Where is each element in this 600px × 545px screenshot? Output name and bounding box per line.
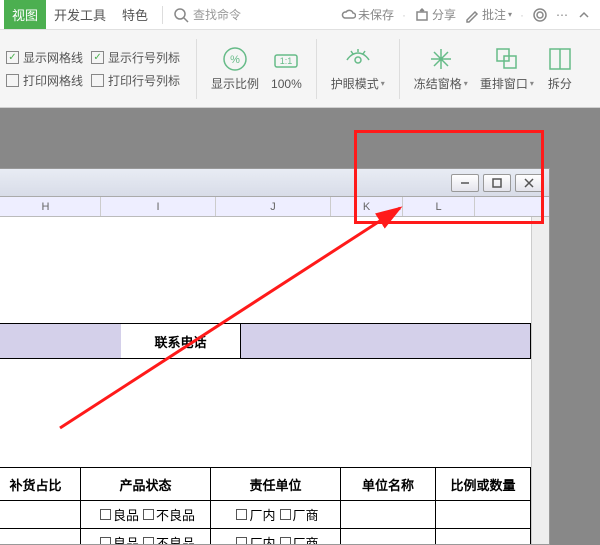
th-status[interactable]: 产品状态	[81, 467, 211, 501]
share-button[interactable]: 分享	[410, 6, 460, 23]
svg-text:1:1: 1:1	[280, 56, 293, 66]
th-unitname[interactable]: 单位名称	[341, 467, 436, 501]
svg-text:%: %	[230, 54, 240, 66]
chevron-up-icon	[576, 7, 592, 23]
windows-icon	[494, 46, 520, 72]
cell-ratio[interactable]	[0, 501, 81, 529]
search-button[interactable]: 查找命令	[169, 6, 245, 23]
col-header[interactable]: I	[101, 197, 216, 216]
one-to-one-icon: 1:1	[273, 48, 299, 74]
split-icon	[547, 46, 573, 72]
btn-freeze-panes[interactable]: 冻结窗格▾	[408, 43, 474, 94]
cell-dept[interactable]: 厂内厂商	[211, 529, 341, 544]
window-close[interactable]	[515, 174, 543, 192]
tab-view[interactable]: 视图	[4, 0, 46, 29]
th-ratio[interactable]: 补货占比	[0, 467, 81, 501]
percent-icon: %	[222, 46, 248, 72]
search-icon	[173, 7, 189, 23]
checkbox-icon[interactable]	[100, 509, 111, 520]
search-placeholder: 查找命令	[193, 6, 241, 23]
minimize-icon	[460, 178, 470, 188]
chk-print-gridlines[interactable]: 打印网格线	[6, 72, 83, 89]
sheet-body[interactable]: 联系电话 补货占比产品状态责任单位单位名称比例或数量良品不良品厂内厂商良品不良品…	[0, 217, 531, 544]
eye-icon	[345, 46, 371, 72]
snowflake-icon	[428, 46, 454, 72]
cell-qty[interactable]	[436, 529, 531, 544]
settings-button[interactable]	[528, 7, 552, 23]
checkbox-icon[interactable]	[236, 509, 247, 520]
pencil-icon	[464, 7, 480, 23]
annotate-button[interactable]: 批注 ▾	[460, 6, 516, 23]
btn-eye-mode[interactable]: 护眼模式▾	[325, 43, 391, 94]
cell-contact-label[interactable]: 联系电话	[121, 323, 241, 359]
col-header[interactable]: H	[0, 197, 101, 216]
cell-qty[interactable]	[436, 501, 531, 529]
cell-dept[interactable]: 厂内厂商	[211, 501, 341, 529]
separator	[162, 6, 163, 24]
col-header[interactable]: J	[216, 197, 331, 216]
chk-show-gridlines[interactable]: ✓显示网格线	[6, 49, 83, 66]
col-header[interactable]: K	[331, 197, 403, 216]
cloud-icon	[340, 7, 356, 23]
cell-ratio[interactable]	[0, 529, 81, 544]
chk-print-rowcol[interactable]: 打印行号列标	[91, 72, 180, 89]
cell-status[interactable]: 良品不良品	[81, 529, 211, 544]
chevron-down-icon: ▾	[508, 10, 512, 19]
checkbox-icon[interactable]	[100, 537, 111, 544]
collapse-ribbon[interactable]	[572, 7, 596, 23]
chevron-down-icon: ▾	[464, 79, 468, 88]
chk-show-rowcol[interactable]: ✓显示行号列标	[91, 49, 180, 66]
btn-arrange-windows[interactable]: 重排窗口▾	[474, 43, 540, 94]
tab-devtools[interactable]: 开发工具	[46, 0, 114, 29]
checkbox-icon[interactable]	[280, 509, 291, 520]
th-qty[interactable]: 比例或数量	[436, 467, 531, 501]
col-header[interactable]: L	[403, 197, 475, 216]
window-titlebar	[0, 169, 549, 197]
chevron-down-icon: ▾	[381, 79, 385, 88]
checkbox-icon[interactable]	[280, 537, 291, 544]
checkbox-icon[interactable]	[236, 537, 247, 544]
cell-unitname[interactable]	[341, 529, 436, 544]
btn-zoom-100[interactable]: 1:1 100%	[265, 45, 308, 93]
window-maximize[interactable]	[483, 174, 511, 192]
cloud-unsaved[interactable]: 未保存	[336, 6, 398, 23]
cell-contact-value[interactable]	[241, 323, 531, 359]
sheet-window: H I J K L 联系电话 补货占比产品状态责任单位单位名称比例或数量良品不良…	[0, 168, 550, 545]
btn-zoom[interactable]: % 显示比例	[205, 43, 265, 94]
cell-status[interactable]: 良品不良品	[81, 501, 211, 529]
cell[interactable]	[0, 323, 121, 359]
gear-icon	[532, 7, 548, 23]
cell-unitname[interactable]	[341, 501, 436, 529]
close-icon	[524, 178, 534, 188]
workspace: H I J K L 联系电话 补货占比产品状态责任单位单位名称比例或数量良品不良…	[0, 108, 600, 545]
ribbon: ✓显示网格线 打印网格线 ✓显示行号列标 打印行号列标 % 显示比例 1:1 1…	[0, 30, 600, 108]
vertical-scrollbar[interactable]	[531, 217, 549, 544]
checkbox-icon[interactable]	[143, 509, 154, 520]
chevron-down-icon: ▾	[530, 79, 534, 88]
th-dept[interactable]: 责任单位	[211, 467, 341, 501]
checkbox-icon[interactable]	[143, 537, 154, 544]
btn-split[interactable]: 拆分	[540, 43, 580, 94]
window-minimize[interactable]	[451, 174, 479, 192]
column-headers[interactable]: H I J K L	[0, 197, 549, 217]
share-icon	[414, 7, 430, 23]
maximize-icon	[492, 178, 502, 188]
tab-special[interactable]: 特色	[114, 0, 156, 29]
more-button[interactable]: ⋯	[552, 8, 572, 22]
